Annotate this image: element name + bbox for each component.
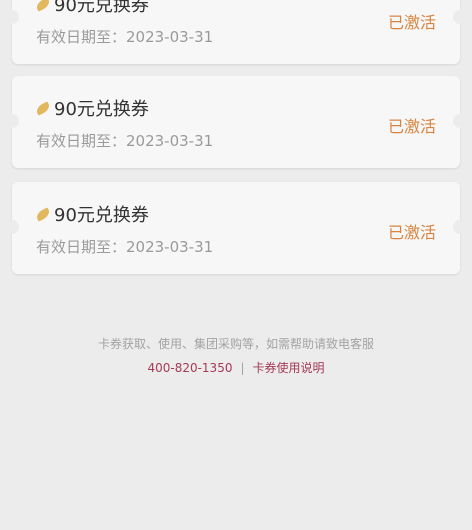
coupon-title: 90元兑换券	[54, 205, 149, 226]
help-note: 卡券获取、使用、集团采购等，如需帮助请致电客服	[97, 337, 374, 351]
coupon-validity: 有效日期至：2023-03-31	[36, 28, 214, 46]
customer-service-phone-link[interactable]: 400-820-1350	[147, 361, 232, 375]
coupon-status: 已激活	[387, 117, 436, 136]
coupon-card[interactable]: 90元兑换券 有效日期至：2023-03-31 已激活	[5, 182, 467, 274]
coupon-title: 90元兑换券	[54, 0, 149, 16]
leaf-icon	[34, 100, 52, 116]
coupon-title: 90元兑换券	[54, 99, 149, 120]
leaf-icon	[34, 0, 52, 12]
coupon-card[interactable]: 90元兑换券 有效日期至：2023-03-31 已激活	[5, 76, 467, 168]
coupon-card[interactable]: 90元兑换券 有效日期至：2023-03-31 已激活	[5, 0, 467, 64]
coupon-status: 已激活	[387, 223, 436, 242]
coupon-title-row: 90元兑换券	[34, 0, 149, 17]
coupon-instructions-link[interactable]: 卡券使用说明	[253, 361, 325, 375]
coupon-validity: 有效日期至：2023-03-31	[36, 132, 214, 150]
coupon-validity: 有效日期至：2023-03-31	[36, 238, 214, 256]
leaf-icon	[34, 206, 52, 222]
coupon-title-row: 90元兑换券	[34, 201, 149, 227]
coupon-title-row: 90元兑换券	[34, 95, 149, 121]
link-separator: |	[240, 361, 245, 375]
coupon-status: 已激活	[387, 13, 436, 32]
footer-links: 400-820-1350 | 卡券使用说明	[0, 359, 472, 376]
